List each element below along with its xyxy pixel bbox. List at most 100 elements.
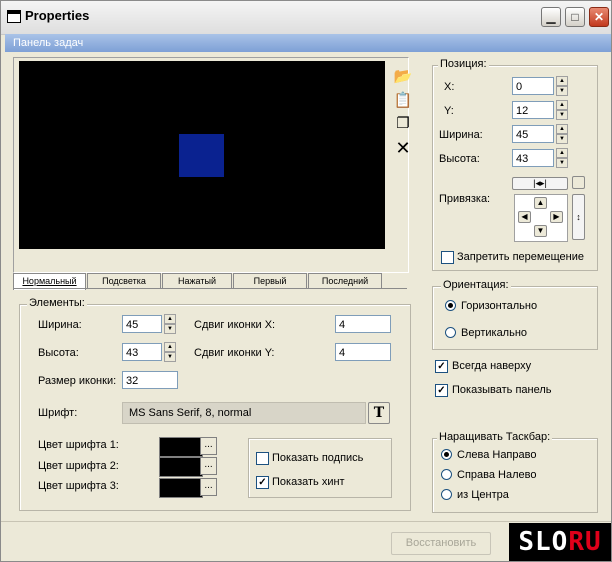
window-title: Properties (25, 8, 90, 23)
window-icon (7, 10, 21, 23)
shift-y-label: Сдвиг иконки Y: (194, 347, 275, 359)
lock-move-checkbox[interactable] (441, 251, 454, 264)
grow-right-to-left-radio[interactable] (441, 469, 452, 480)
font-label: Шрифт: (38, 407, 78, 419)
font-color-1-swatch[interactable] (159, 437, 203, 457)
vertical-stretch-icon: ↕ (576, 212, 581, 222)
spin-down-icon[interactable]: ▼ (556, 158, 568, 168)
orientation-legend: Ориентация: (441, 279, 511, 291)
position-x-input[interactable]: 0 (512, 77, 554, 95)
position-height-label: Высота: (439, 153, 480, 165)
properties-window: Properties ▁ □ ✕ Панель задач 📂 📋 ❐ ✕ Но… (0, 0, 612, 562)
spin-down-icon[interactable]: ▼ (556, 86, 568, 96)
anchor-grid[interactable]: ▲ ◀ ▶ ▼ (514, 194, 568, 242)
position-width-spinner[interactable]: ▲ ▼ (556, 124, 568, 144)
horizontal-stretch-icon: |◂▸| (533, 178, 547, 188)
position-legend: Позиция: (438, 58, 489, 70)
grow-from-center-label: из Центра (457, 489, 509, 501)
spin-up-icon[interactable]: ▲ (164, 314, 176, 324)
show-caption-checkbox[interactable] (256, 452, 269, 465)
spin-down-icon[interactable]: ▼ (164, 324, 176, 334)
bottom-divider (1, 521, 611, 522)
position-y-input[interactable]: 12 (512, 101, 554, 119)
anchor-right-arrow-icon[interactable]: ▶ (550, 211, 563, 223)
anchor-label: Привязка: (439, 193, 491, 205)
shift-x-label: Сдвиг иконки X: (194, 319, 276, 331)
elements-width-spinner[interactable]: ▲ ▼ (164, 314, 176, 334)
shift-x-input[interactable]: 4 (335, 315, 391, 333)
close-button[interactable]: ✕ (589, 7, 609, 27)
show-hint-label: Показать хинт (272, 476, 345, 488)
position-x-spinner[interactable]: ▲ ▼ (556, 76, 568, 96)
font-color-3-label: Цвет шрифта 3: (38, 480, 119, 492)
spin-down-icon[interactable]: ▼ (556, 134, 568, 144)
maximize-button[interactable]: □ (565, 7, 585, 27)
grow-from-center-radio[interactable] (441, 489, 452, 500)
open-folder-icon[interactable]: 📂 (393, 67, 413, 87)
orientation-vertical-radio[interactable] (445, 327, 456, 338)
maximize-icon: □ (571, 10, 579, 24)
paste-icon[interactable]: 📋 (393, 91, 413, 111)
sloru-logo: SLORU (509, 523, 611, 561)
spin-up-icon[interactable]: ▲ (556, 124, 568, 134)
spin-up-icon[interactable]: ▲ (556, 76, 568, 86)
spin-down-icon[interactable]: ▼ (556, 110, 568, 120)
font-color-1-button[interactable]: ... (200, 437, 217, 455)
spin-up-icon[interactable]: ▲ (556, 100, 568, 110)
elements-width-input[interactable]: 45 (122, 315, 162, 333)
restore-button[interactable]: Восстановить (391, 532, 491, 555)
icon-size-label: Размер иконки: (38, 375, 117, 387)
font-display: MS Sans Serif, 8, normal (122, 402, 366, 424)
orientation-group (432, 286, 598, 350)
tab-last[interactable]: Последний (308, 273, 382, 289)
spin-up-icon[interactable]: ▲ (164, 342, 176, 352)
preview-button-square[interactable] (179, 134, 224, 177)
copy-icon[interactable]: ❐ (393, 114, 413, 134)
position-width-label: Ширина: (439, 129, 483, 141)
minimize-button[interactable]: ▁ (541, 7, 561, 27)
font-color-3-swatch[interactable] (159, 478, 203, 498)
position-x-label: X: (444, 81, 455, 93)
lock-move-label: Запретить перемещение (457, 251, 584, 263)
anchor-horizontal-stretch-button[interactable]: |◂▸| (512, 177, 568, 190)
show-panel-label: Показывать панель (452, 384, 552, 396)
font-select-button[interactable]: T (368, 402, 390, 424)
orientation-horizontal-radio[interactable] (445, 300, 456, 311)
elements-width-label: Ширина: (38, 319, 82, 331)
font-color-1-label: Цвет шрифта 1: (38, 439, 119, 451)
panel-header: Панель задач (5, 34, 611, 52)
anchor-left-arrow-icon[interactable]: ◀ (518, 211, 531, 223)
tab-first[interactable]: Первый (233, 273, 307, 289)
position-y-label: Y: (444, 105, 454, 117)
anchor-top-arrow-icon[interactable]: ▲ (534, 197, 547, 209)
anchor-bottom-arrow-icon[interactable]: ▼ (534, 225, 547, 237)
anchor-corner-button[interactable] (572, 176, 585, 189)
elements-height-spinner[interactable]: ▲ ▼ (164, 342, 176, 362)
show-hint-checkbox[interactable]: ✓ (256, 476, 269, 489)
minimize-icon: ▁ (546, 10, 556, 24)
spin-up-icon[interactable]: ▲ (556, 148, 568, 158)
position-y-spinner[interactable]: ▲ ▼ (556, 100, 568, 120)
tab-highlight[interactable]: Подсветка (87, 273, 161, 289)
font-color-2-label: Цвет шрифта 2: (38, 460, 119, 472)
position-height-spinner[interactable]: ▲ ▼ (556, 148, 568, 168)
font-color-2-button[interactable]: ... (200, 457, 217, 475)
font-color-3-button[interactable]: ... (200, 478, 217, 496)
show-panel-checkbox[interactable]: ✓ (435, 384, 448, 397)
anchor-vertical-stretch-button[interactable]: ↕ (572, 194, 585, 240)
icon-size-input[interactable]: 32 (122, 371, 178, 389)
tab-pressed[interactable]: Нажатый (162, 273, 232, 289)
shift-y-input[interactable]: 4 (335, 343, 391, 361)
font-color-2-swatch[interactable] (159, 457, 203, 477)
orientation-vertical-label: Вертикально (461, 327, 528, 339)
close-icon: ✕ (593, 10, 605, 24)
grow-left-to-right-radio[interactable] (441, 449, 452, 460)
elements-height-input[interactable]: 43 (122, 343, 162, 361)
delete-icon[interactable]: ✕ (393, 138, 413, 158)
spin-down-icon[interactable]: ▼ (164, 352, 176, 362)
preview-area[interactable] (19, 61, 385, 249)
title-bar[interactable]: Properties ▁ □ ✕ (1, 1, 611, 35)
always-on-top-checkbox[interactable]: ✓ (435, 360, 448, 373)
position-width-input[interactable]: 45 (512, 125, 554, 143)
position-height-input[interactable]: 43 (512, 149, 554, 167)
